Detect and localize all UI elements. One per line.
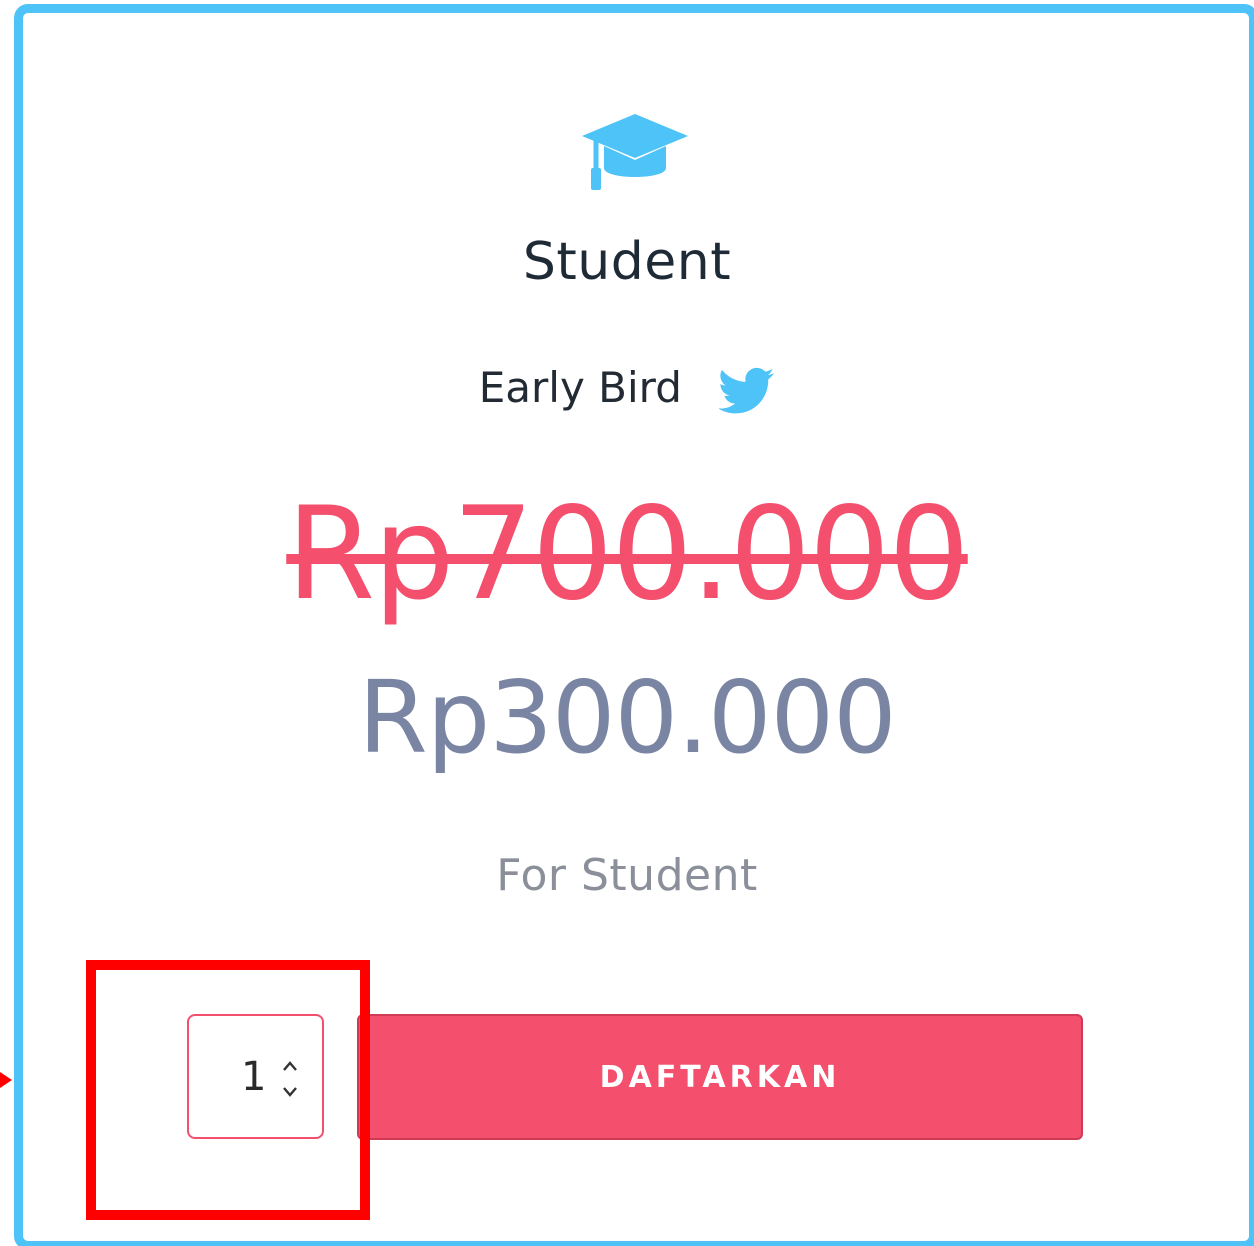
current-price: Rp300.000: [358, 659, 896, 776]
plan-title: Student: [522, 232, 732, 292]
twitter-bird-icon: [719, 367, 775, 413]
register-button[interactable]: DAFTARKAN: [357, 1014, 1083, 1140]
chevron-down-icon[interactable]: [281, 1086, 299, 1098]
annotation-arrow-icon: [0, 1072, 12, 1088]
tier-row: Early Bird: [0, 360, 1254, 415]
chevron-up-icon[interactable]: [281, 1060, 299, 1072]
plan-description: For Student: [496, 850, 758, 901]
quantity-value: 1: [241, 1054, 267, 1100]
graduation-cap-icon: [582, 114, 688, 190]
original-price: Rp700.000: [286, 480, 970, 629]
tier-label: Early Bird: [478, 363, 682, 412]
quantity-stepper[interactable]: 1: [187, 1014, 324, 1139]
